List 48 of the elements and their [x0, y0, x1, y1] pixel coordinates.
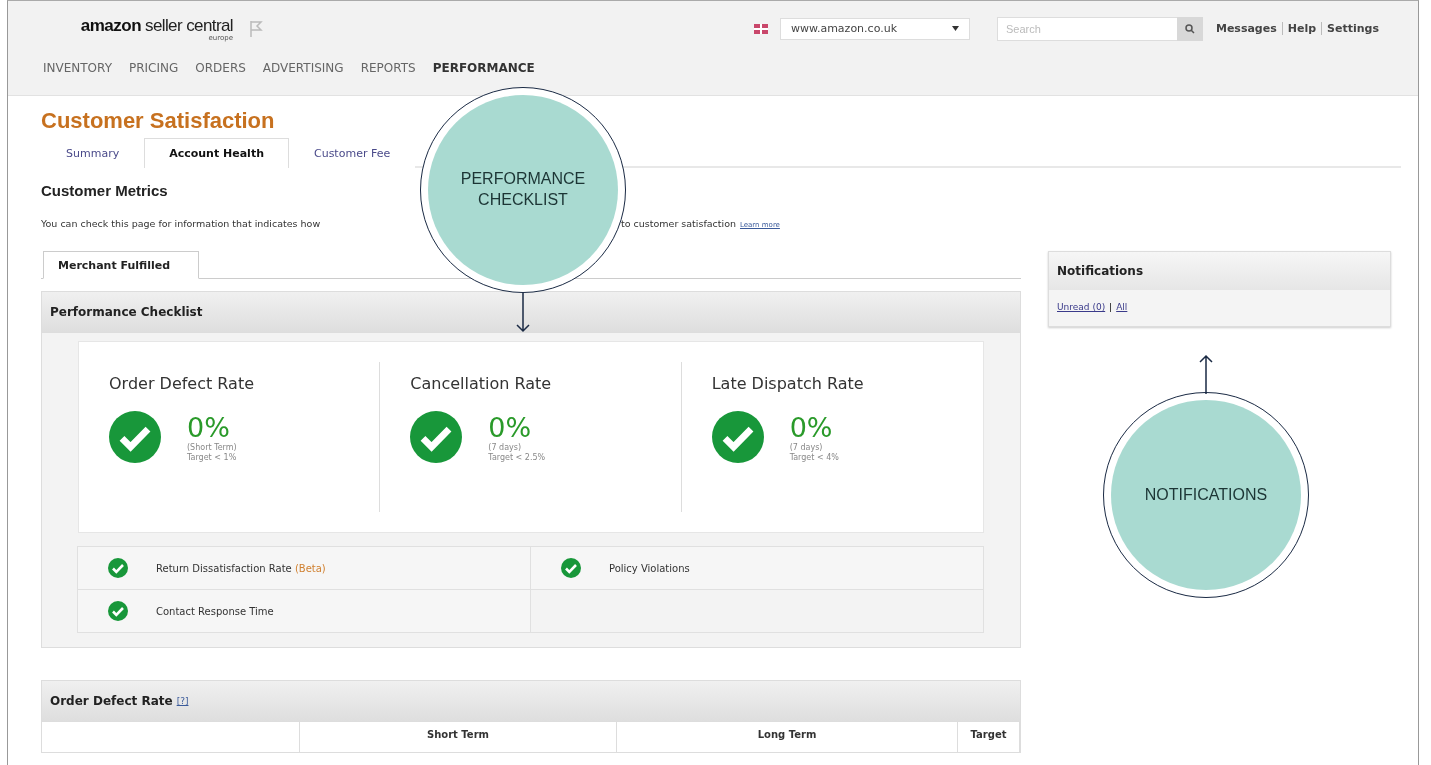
caret-icon: [951, 26, 959, 31]
section-title: Customer Metrics: [41, 182, 168, 199]
metric-value: 0%: [789, 411, 834, 443]
metric-value: 0%: [488, 411, 533, 443]
page-title: Customer Satisfaction: [41, 108, 276, 134]
nav-item[interactable]: PRICING: [128, 61, 179, 75]
flag-icon: [753, 23, 768, 34]
logo-product: seller central: [145, 15, 233, 36]
nav-item[interactable]: REPORTS: [360, 61, 416, 75]
marketplace-select[interactable]: www.amazon.co.uk: [779, 17, 970, 40]
metric-period: (7 days): [789, 442, 824, 453]
header-link[interactable]: Help: [1282, 22, 1322, 35]
nav-item[interactable]: ADVERTISING: [262, 61, 344, 75]
nav-item[interactable]: INVENTORY: [43, 61, 112, 75]
help-link[interactable]: [?]: [176, 696, 189, 706]
metric-period: (Short Term): [187, 442, 237, 453]
callout-text: PERFORMANCE CHECKLIST: [428, 95, 618, 285]
nav-item[interactable]: PERFORMANCE: [432, 61, 535, 75]
metric-period: (7 days): [488, 442, 523, 453]
column-header: Short Term: [300, 722, 617, 752]
column-header: Target: [958, 722, 1020, 752]
header-link[interactable]: Settings: [1322, 22, 1384, 35]
panel-title: Order Defect Rate: [50, 694, 173, 708]
column-header: Long Term: [617, 722, 958, 752]
notification-link[interactable]: Unread (0): [1057, 302, 1106, 312]
search-button[interactable]: [1176, 16, 1203, 41]
description-text: You can check this page for information that indicates how: [41, 218, 321, 229]
panel-title: Performance Checklist: [50, 305, 203, 319]
search-icon: [1184, 23, 1195, 34]
metric-name: Order Defect Rate: [109, 374, 256, 393]
metric-target: Target < 4%: [789, 452, 839, 463]
header-link[interactable]: Messages: [1210, 22, 1282, 35]
nav-item[interactable]: ORDERS: [195, 61, 246, 75]
callout-text: NOTIFICATIONS: [1111, 400, 1301, 590]
tab[interactable]: Account Health: [144, 138, 289, 168]
metric-value: 0%: [187, 411, 231, 443]
notification-link[interactable]: All: [1116, 302, 1128, 312]
metric-target: Target < 1%: [187, 452, 237, 463]
metric-target: Target < 2.5%: [488, 452, 546, 463]
search-field[interactable]: Search: [996, 16, 1177, 41]
metric-name: Cancellation Rate: [410, 374, 553, 393]
tab[interactable]: Merchant Fulfilled: [43, 251, 200, 279]
item-label: Policy Violations: [609, 562, 690, 574]
item-label: Return Dissatisfaction Rate (Beta): [156, 562, 326, 574]
metric-name: Late Dispatch Rate: [711, 374, 865, 393]
panel-title: Notifications: [1057, 264, 1144, 278]
item-label: Contact Response Time: [156, 605, 274, 617]
logo-brand: amazon: [80, 15, 141, 36]
